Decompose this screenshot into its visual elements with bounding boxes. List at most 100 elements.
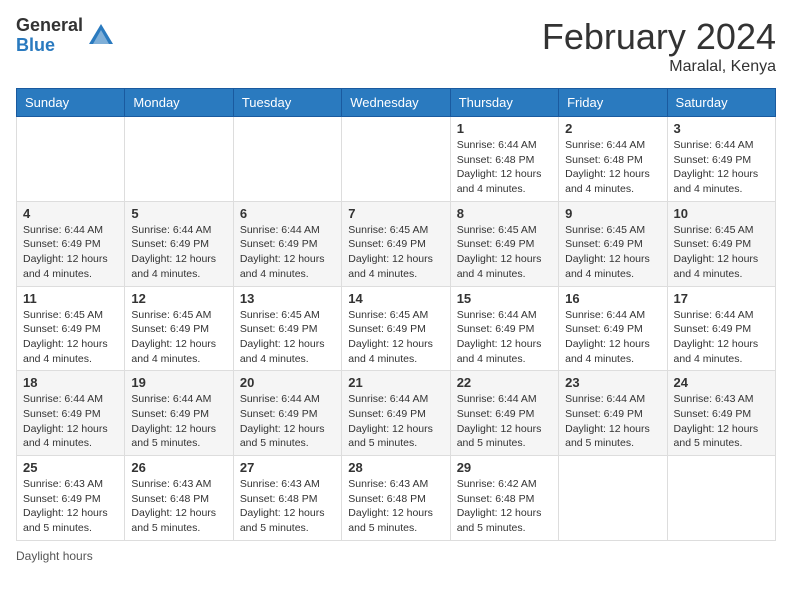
day-info: Sunrise: 6:43 AMSunset: 6:49 PMDaylight:… bbox=[674, 392, 769, 451]
day-info: Sunrise: 6:43 AMSunset: 6:48 PMDaylight:… bbox=[240, 477, 335, 536]
day-cell-14: 14 Sunrise: 6:45 AMSunset: 6:49 PMDayligh… bbox=[342, 286, 450, 371]
day-info: Sunrise: 6:44 AMSunset: 6:49 PMDaylight:… bbox=[240, 392, 335, 451]
month-title: February 2024 bbox=[542, 16, 776, 58]
day-info: Sunrise: 6:45 AMSunset: 6:49 PMDaylight:… bbox=[674, 223, 769, 282]
day-info: Sunrise: 6:44 AMSunset: 6:49 PMDaylight:… bbox=[674, 308, 769, 367]
weekday-header-tuesday: Tuesday bbox=[233, 89, 341, 117]
day-cell-11: 11 Sunrise: 6:45 AMSunset: 6:49 PMDayligh… bbox=[17, 286, 125, 371]
day-info: Sunrise: 6:45 AMSunset: 6:49 PMDaylight:… bbox=[23, 308, 118, 367]
day-info: Sunrise: 6:45 AMSunset: 6:49 PMDaylight:… bbox=[348, 308, 443, 367]
day-cell-20: 20 Sunrise: 6:44 AMSunset: 6:49 PMDayligh… bbox=[233, 371, 341, 456]
day-number: 21 bbox=[348, 375, 443, 390]
day-cell-22: 22 Sunrise: 6:44 AMSunset: 6:49 PMDayligh… bbox=[450, 371, 558, 456]
day-info: Sunrise: 6:45 AMSunset: 6:49 PMDaylight:… bbox=[348, 223, 443, 282]
day-cell-25: 25 Sunrise: 6:43 AMSunset: 6:49 PMDayligh… bbox=[17, 456, 125, 541]
day-number: 7 bbox=[348, 206, 443, 221]
day-cell-1: 1 Sunrise: 6:44 AMSunset: 6:48 PMDaylight… bbox=[450, 117, 558, 202]
day-cell-4: 4 Sunrise: 6:44 AMSunset: 6:49 PMDaylight… bbox=[17, 201, 125, 286]
week-row-3: 11 Sunrise: 6:45 AMSunset: 6:49 PMDayligh… bbox=[17, 286, 776, 371]
day-number: 3 bbox=[674, 121, 769, 136]
day-cell-16: 16Sunrise: 6:44 AMSunset: 6:49 PMDayligh… bbox=[559, 286, 667, 371]
day-number: 12 bbox=[131, 291, 226, 306]
day-cell-19: 19Sunrise: 6:44 AMSunset: 6:49 PMDayligh… bbox=[125, 371, 233, 456]
day-info: Sunrise: 6:45 AMSunset: 6:49 PMDaylight:… bbox=[565, 223, 660, 282]
day-number: 18 bbox=[23, 375, 118, 390]
day-number: 23 bbox=[565, 375, 660, 390]
day-number: 10 bbox=[674, 206, 769, 221]
day-cell-29: 29Sunrise: 6:42 AMSunset: 6:48 PMDayligh… bbox=[450, 456, 558, 541]
page-container: General Blue February 2024 Maralal, Keny… bbox=[16, 16, 776, 563]
day-number: 25 bbox=[23, 460, 118, 475]
day-number: 2 bbox=[565, 121, 660, 136]
day-number: 26 bbox=[131, 460, 226, 475]
day-cell-12: 12 Sunrise: 6:45 AMSunset: 6:49 PMDayligh… bbox=[125, 286, 233, 371]
day-cell-10: 10 Sunrise: 6:45 AMSunset: 6:49 PMDayligh… bbox=[667, 201, 775, 286]
day-info: Sunrise: 6:44 AMSunset: 6:49 PMDaylight:… bbox=[23, 223, 118, 282]
day-cell-6: 6 Sunrise: 6:44 AMSunset: 6:49 PMDaylight… bbox=[233, 201, 341, 286]
day-cell-empty bbox=[667, 456, 775, 541]
logo: General Blue bbox=[16, 16, 115, 56]
day-cell-17: 17 Sunrise: 6:44 AMSunset: 6:49 PMDayligh… bbox=[667, 286, 775, 371]
day-cell-24: 24 Sunrise: 6:43 AMSunset: 6:49 PMDayligh… bbox=[667, 371, 775, 456]
day-cell-15: 15 Sunrise: 6:44 AMSunset: 6:49 PMDayligh… bbox=[450, 286, 558, 371]
day-number: 11 bbox=[23, 291, 118, 306]
day-number: 6 bbox=[240, 206, 335, 221]
day-info: Sunrise: 6:44 AMSunset: 6:49 PMDaylight:… bbox=[674, 138, 769, 197]
day-number: 14 bbox=[348, 291, 443, 306]
weekday-header-wednesday: Wednesday bbox=[342, 89, 450, 117]
day-number: 13 bbox=[240, 291, 335, 306]
title-block: February 2024 Maralal, Kenya bbox=[542, 16, 776, 76]
logo-general: General bbox=[16, 16, 83, 36]
logo-blue: Blue bbox=[16, 36, 83, 56]
week-row-4: 18 Sunrise: 6:44 AMSunset: 6:49 PMDayligh… bbox=[17, 371, 776, 456]
week-row-2: 4 Sunrise: 6:44 AMSunset: 6:49 PMDaylight… bbox=[17, 201, 776, 286]
weekday-header-row: SundayMondayTuesdayWednesdayThursdayFrid… bbox=[17, 89, 776, 117]
footer: Daylight hours bbox=[16, 549, 776, 563]
day-info: Sunrise: 6:43 AMSunset: 6:49 PMDaylight:… bbox=[23, 477, 118, 536]
day-cell-empty bbox=[559, 456, 667, 541]
daylight-label: Daylight hours bbox=[16, 549, 93, 563]
header: General Blue February 2024 Maralal, Keny… bbox=[16, 16, 776, 76]
logo-text: General Blue bbox=[16, 16, 83, 56]
day-cell-26: 26 Sunrise: 6:43 AMSunset: 6:48 PMDayligh… bbox=[125, 456, 233, 541]
week-row-1: 1 Sunrise: 6:44 AMSunset: 6:48 PMDaylight… bbox=[17, 117, 776, 202]
day-info: Sunrise: 6:44 AMSunset: 6:49 PMDaylight:… bbox=[23, 392, 118, 451]
day-info: Sunrise: 6:44 AMSunset: 6:49 PMDaylight:… bbox=[565, 392, 660, 451]
day-info: Sunrise: 6:45 AMSunset: 6:49 PMDaylight:… bbox=[131, 308, 226, 367]
location: Maralal, Kenya bbox=[542, 58, 776, 76]
weekday-header-friday: Friday bbox=[559, 89, 667, 117]
day-number: 1 bbox=[457, 121, 552, 136]
weekday-header-thursday: Thursday bbox=[450, 89, 558, 117]
day-number: 22 bbox=[457, 375, 552, 390]
logo-icon bbox=[87, 22, 115, 50]
day-info: Sunrise: 6:44 AMSunset: 6:49 PMDaylight:… bbox=[240, 223, 335, 282]
day-cell-21: 21Sunrise: 6:44 AMSunset: 6:49 PMDayligh… bbox=[342, 371, 450, 456]
day-info: Sunrise: 6:44 AMSunset: 6:49 PMDaylight:… bbox=[457, 308, 552, 367]
day-info: Sunrise: 6:44 AMSunset: 6:49 PMDaylight:… bbox=[131, 223, 226, 282]
day-cell-8: 8Sunrise: 6:45 AMSunset: 6:49 PMDaylight… bbox=[450, 201, 558, 286]
day-info: Sunrise: 6:44 AMSunset: 6:49 PMDaylight:… bbox=[131, 392, 226, 451]
day-number: 17 bbox=[674, 291, 769, 306]
day-info: Sunrise: 6:44 AMSunset: 6:49 PMDaylight:… bbox=[457, 392, 552, 451]
day-number: 24 bbox=[674, 375, 769, 390]
day-number: 4 bbox=[23, 206, 118, 221]
day-info: Sunrise: 6:43 AMSunset: 6:48 PMDaylight:… bbox=[348, 477, 443, 536]
week-row-5: 25 Sunrise: 6:43 AMSunset: 6:49 PMDayligh… bbox=[17, 456, 776, 541]
day-number: 27 bbox=[240, 460, 335, 475]
day-cell-5: 5 Sunrise: 6:44 AMSunset: 6:49 PMDaylight… bbox=[125, 201, 233, 286]
day-cell-23: 23 Sunrise: 6:44 AMSunset: 6:49 PMDayligh… bbox=[559, 371, 667, 456]
day-cell-2: 2Sunrise: 6:44 AMSunset: 6:48 PMDaylight… bbox=[559, 117, 667, 202]
day-info: Sunrise: 6:45 AMSunset: 6:49 PMDaylight:… bbox=[240, 308, 335, 367]
calendar: SundayMondayTuesdayWednesdayThursdayFrid… bbox=[16, 88, 776, 541]
weekday-header-monday: Monday bbox=[125, 89, 233, 117]
day-info: Sunrise: 6:44 AMSunset: 6:48 PMDaylight:… bbox=[457, 138, 552, 197]
day-cell-empty bbox=[17, 117, 125, 202]
day-number: 5 bbox=[131, 206, 226, 221]
day-info: Sunrise: 6:43 AMSunset: 6:48 PMDaylight:… bbox=[131, 477, 226, 536]
day-number: 15 bbox=[457, 291, 552, 306]
day-number: 9 bbox=[565, 206, 660, 221]
day-info: Sunrise: 6:45 AMSunset: 6:49 PMDaylight:… bbox=[457, 223, 552, 282]
day-cell-18: 18 Sunrise: 6:44 AMSunset: 6:49 PMDayligh… bbox=[17, 371, 125, 456]
day-number: 28 bbox=[348, 460, 443, 475]
day-number: 20 bbox=[240, 375, 335, 390]
